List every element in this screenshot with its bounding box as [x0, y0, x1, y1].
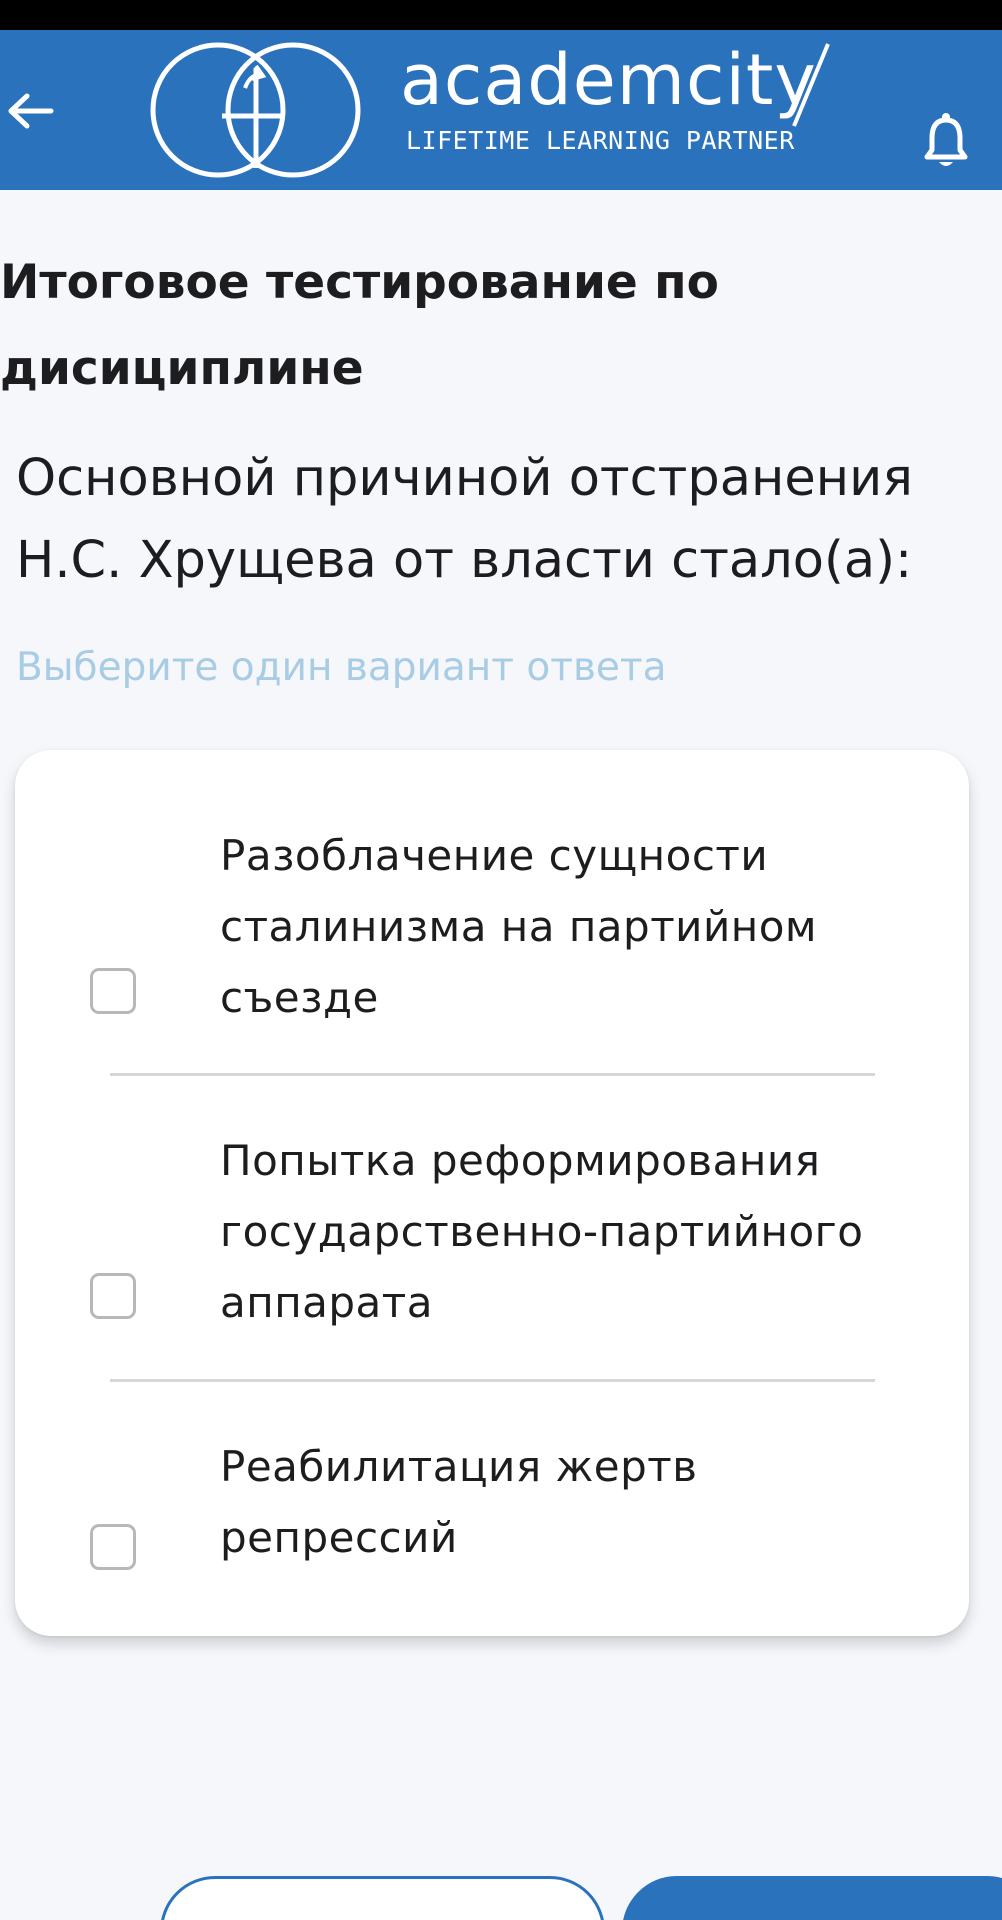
answer-option-label-3: Реабилитация жертв репрессий — [220, 1442, 698, 1562]
logo-mark-icon — [150, 42, 361, 178]
answer-option-label-2: Попытка реформирования государственно-па… — [220, 1136, 864, 1327]
primary-button[interactable] — [622, 1876, 1002, 1920]
page-title: Итоговое тестирование по дисициплине — [0, 255, 719, 396]
bell-icon — [924, 113, 968, 166]
answer-option-2[interactable]: Попытка реформирования государственно-па… — [15, 1125, 969, 1345]
arrow-left-icon — [8, 93, 54, 129]
brand-tagline: LIFETIME LEARNING PARTNER — [406, 126, 795, 155]
status-bar — [0, 0, 1002, 30]
answer-option-label-1: Разоблачение сущности сталинизма на парт… — [220, 831, 818, 1022]
answer-checkbox-1[interactable] — [90, 968, 136, 1014]
page: academcity LIFETIME LEARNING PARTNER Ито… — [0, 0, 1002, 1920]
back-button[interactable] — [0, 76, 60, 146]
answer-option-3[interactable]: Реабилитация жертв репрессий — [15, 1431, 969, 1581]
option-divider — [110, 1073, 875, 1076]
notifications-button[interactable] — [918, 108, 974, 174]
answer-checkbox-2[interactable] — [90, 1273, 136, 1319]
answer-option-1[interactable]: Разоблачение сущности сталинизма на парт… — [15, 820, 969, 1040]
app-logo: academcity LIFETIME LEARNING PARTNER — [150, 38, 830, 178]
answer-hint: Выберите один вариант ответа — [16, 645, 667, 690]
question-text: Основной причиной отстранения Н.С. Хруще… — [16, 449, 913, 590]
option-divider — [110, 1379, 875, 1382]
app-bar: academcity LIFETIME LEARNING PARTNER — [0, 30, 1002, 190]
answer-checkbox-3[interactable] — [90, 1524, 136, 1570]
answer-options-card: Разоблачение сущности сталинизма на парт… — [15, 750, 969, 1636]
brand-slash-mark — [792, 43, 830, 127]
secondary-button[interactable] — [160, 1876, 605, 1920]
brand-name: academcity — [400, 39, 817, 121]
